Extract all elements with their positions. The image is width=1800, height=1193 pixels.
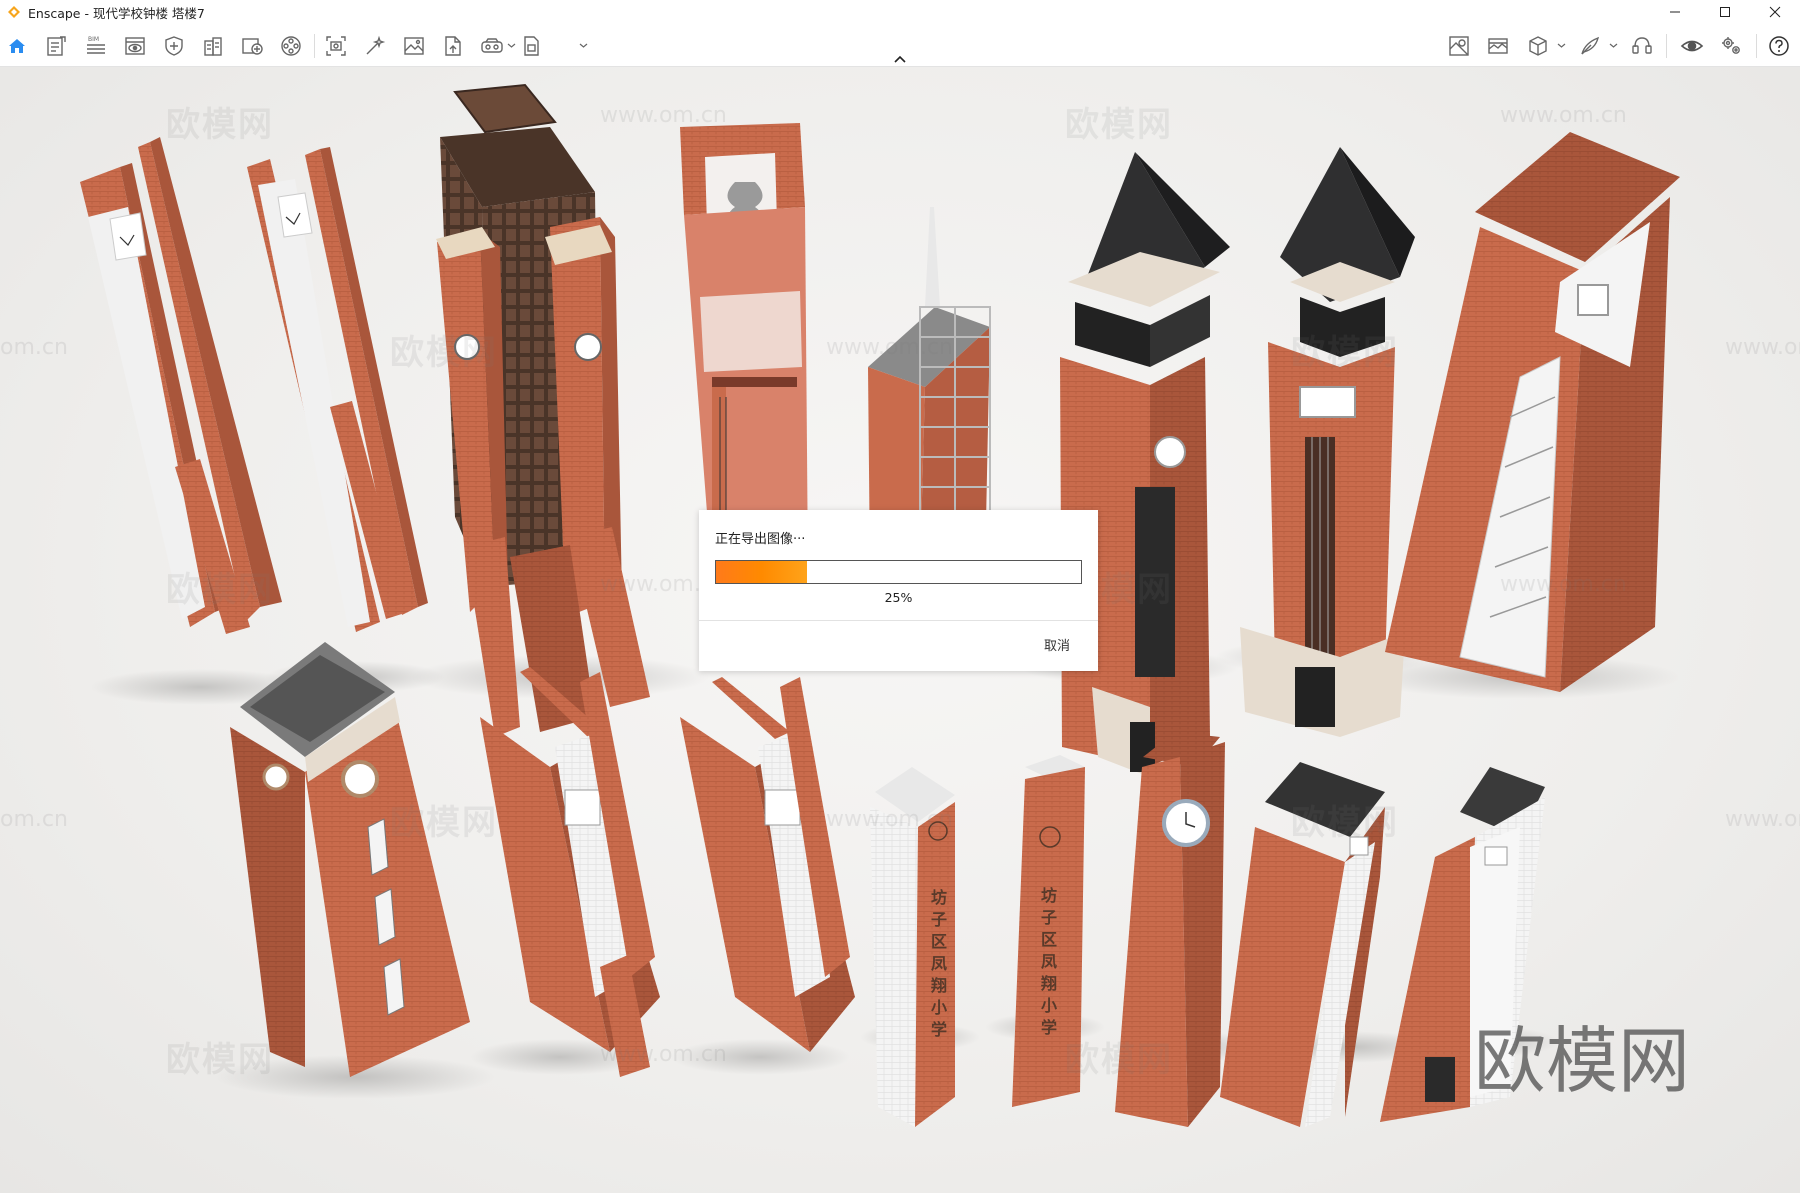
chevron-down-icon[interactable] (1557, 42, 1566, 49)
watermark-url: om.cn (0, 335, 68, 360)
progress-fill (716, 561, 808, 583)
bim-icon[interactable]: BIM (84, 34, 108, 58)
watermark-text: 欧模网 (166, 1040, 274, 1080)
progress-percent-label: 25% (884, 590, 913, 605)
maximize-icon[interactable] (1700, 0, 1750, 24)
help-icon[interactable] (1767, 34, 1791, 58)
minimize-icon[interactable] (1650, 0, 1700, 24)
close-icon[interactable] (1750, 0, 1800, 24)
watermark-text: 欧模网 (1065, 105, 1173, 145)
watermark-text: 欧模网 (1291, 333, 1399, 373)
map-icon[interactable] (1447, 34, 1471, 58)
tower-b1 (230, 642, 470, 1077)
watermark-text: 欧模网 (166, 105, 274, 145)
chevron-down-icon[interactable] (1609, 42, 1618, 49)
watermark-url: www.om.cn (826, 335, 953, 360)
watermark-text: 欧模网 (390, 803, 498, 843)
headset-icon[interactable] (1630, 34, 1654, 58)
toolbar-separator (1756, 34, 1757, 58)
tower-a2 (247, 147, 428, 632)
home-icon[interactable] (5, 34, 29, 58)
tower-a8 (1385, 132, 1680, 692)
image-icon[interactable] (402, 34, 426, 58)
feather-icon[interactable] (1578, 34, 1602, 58)
watermark-url: www.om.cn (1500, 103, 1627, 128)
settings-icon[interactable] (1719, 34, 1743, 58)
panorama-icon[interactable] (1486, 34, 1510, 58)
watermark-text: 欧模网 (166, 570, 274, 610)
watermark-text: 欧模网 (390, 333, 498, 373)
watermark-text: 欧模网 (1291, 803, 1399, 843)
tower-a4 (680, 123, 808, 577)
tower-sign-2: 坊子区凤翔小学 (1041, 886, 1058, 1037)
view-icon[interactable] (123, 34, 147, 58)
building-icon[interactable] (201, 34, 225, 58)
window-controls (1650, 0, 1800, 24)
dialog-title: 正在导出图像··· (715, 532, 806, 547)
dialog-divider (699, 620, 1098, 621)
watermark-url: www.om.cn (600, 1042, 727, 1067)
toolbar-separator (314, 34, 315, 58)
cancel-button[interactable]: 取消 (1044, 635, 1070, 654)
image-add-icon[interactable] (240, 34, 264, 58)
brand-watermark: 欧模网 (1474, 1019, 1691, 1103)
watermark-url: om.cn (0, 807, 68, 832)
enscape-logo-icon (8, 6, 20, 18)
watermark-url: www.om.cn (1500, 572, 1627, 597)
document-icon[interactable] (44, 34, 68, 58)
screenshot-icon[interactable] (324, 34, 348, 58)
collapse-toolbar-icon[interactable] (891, 54, 909, 64)
export-icon[interactable] (520, 34, 544, 58)
svg-text:BIM: BIM (88, 36, 99, 43)
magic-wand-icon[interactable] (363, 34, 387, 58)
export-progress-bar (715, 560, 1082, 584)
main-toolbar: BIM (0, 24, 1800, 67)
tower-sign-1: 坊子区凤翔小学 (931, 888, 948, 1039)
watermark-url: www.om.cn (826, 807, 953, 832)
tower-b3 (680, 677, 855, 1052)
file-export-icon[interactable] (441, 34, 465, 58)
title-bar: Enscape - 现代学校钟楼 塔楼7 (0, 0, 1800, 24)
chevron-down-icon[interactable] (507, 42, 516, 49)
watermark-url: www.om.cn (1725, 807, 1800, 832)
tower-a6 (1060, 152, 1230, 777)
toolbar-separator (1666, 34, 1667, 58)
watermark-url: www.om.cn (1725, 335, 1800, 360)
cube-icon[interactable] (1526, 34, 1550, 58)
watermark-url: www.om.cn (600, 103, 727, 128)
tower-a1 (80, 137, 282, 634)
chevron-down-icon[interactable] (579, 42, 588, 49)
render-viewport[interactable]: 坊子区凤翔小学 坊子区凤翔小学 欧模网 www.om.cn 欧模网 www.om… (0, 67, 1800, 1193)
shield-icon[interactable] (162, 34, 186, 58)
watermark-text: 欧模网 (1065, 1040, 1173, 1080)
vr-headset-icon[interactable] (480, 34, 504, 58)
film-reel-icon[interactable] (279, 34, 303, 58)
window-title: Enscape - 现代学校钟楼 塔楼7 (28, 5, 205, 21)
export-progress-dialog: 正在导出图像··· 25% 取消 (699, 510, 1098, 671)
eye-icon[interactable] (1680, 34, 1704, 58)
tower-a3 (436, 83, 650, 737)
enscape-window: Enscape - 现代学校钟楼 塔楼7 BIM 坊子区凤翔小学 坊子区凤翔小学… (0, 0, 1800, 1193)
